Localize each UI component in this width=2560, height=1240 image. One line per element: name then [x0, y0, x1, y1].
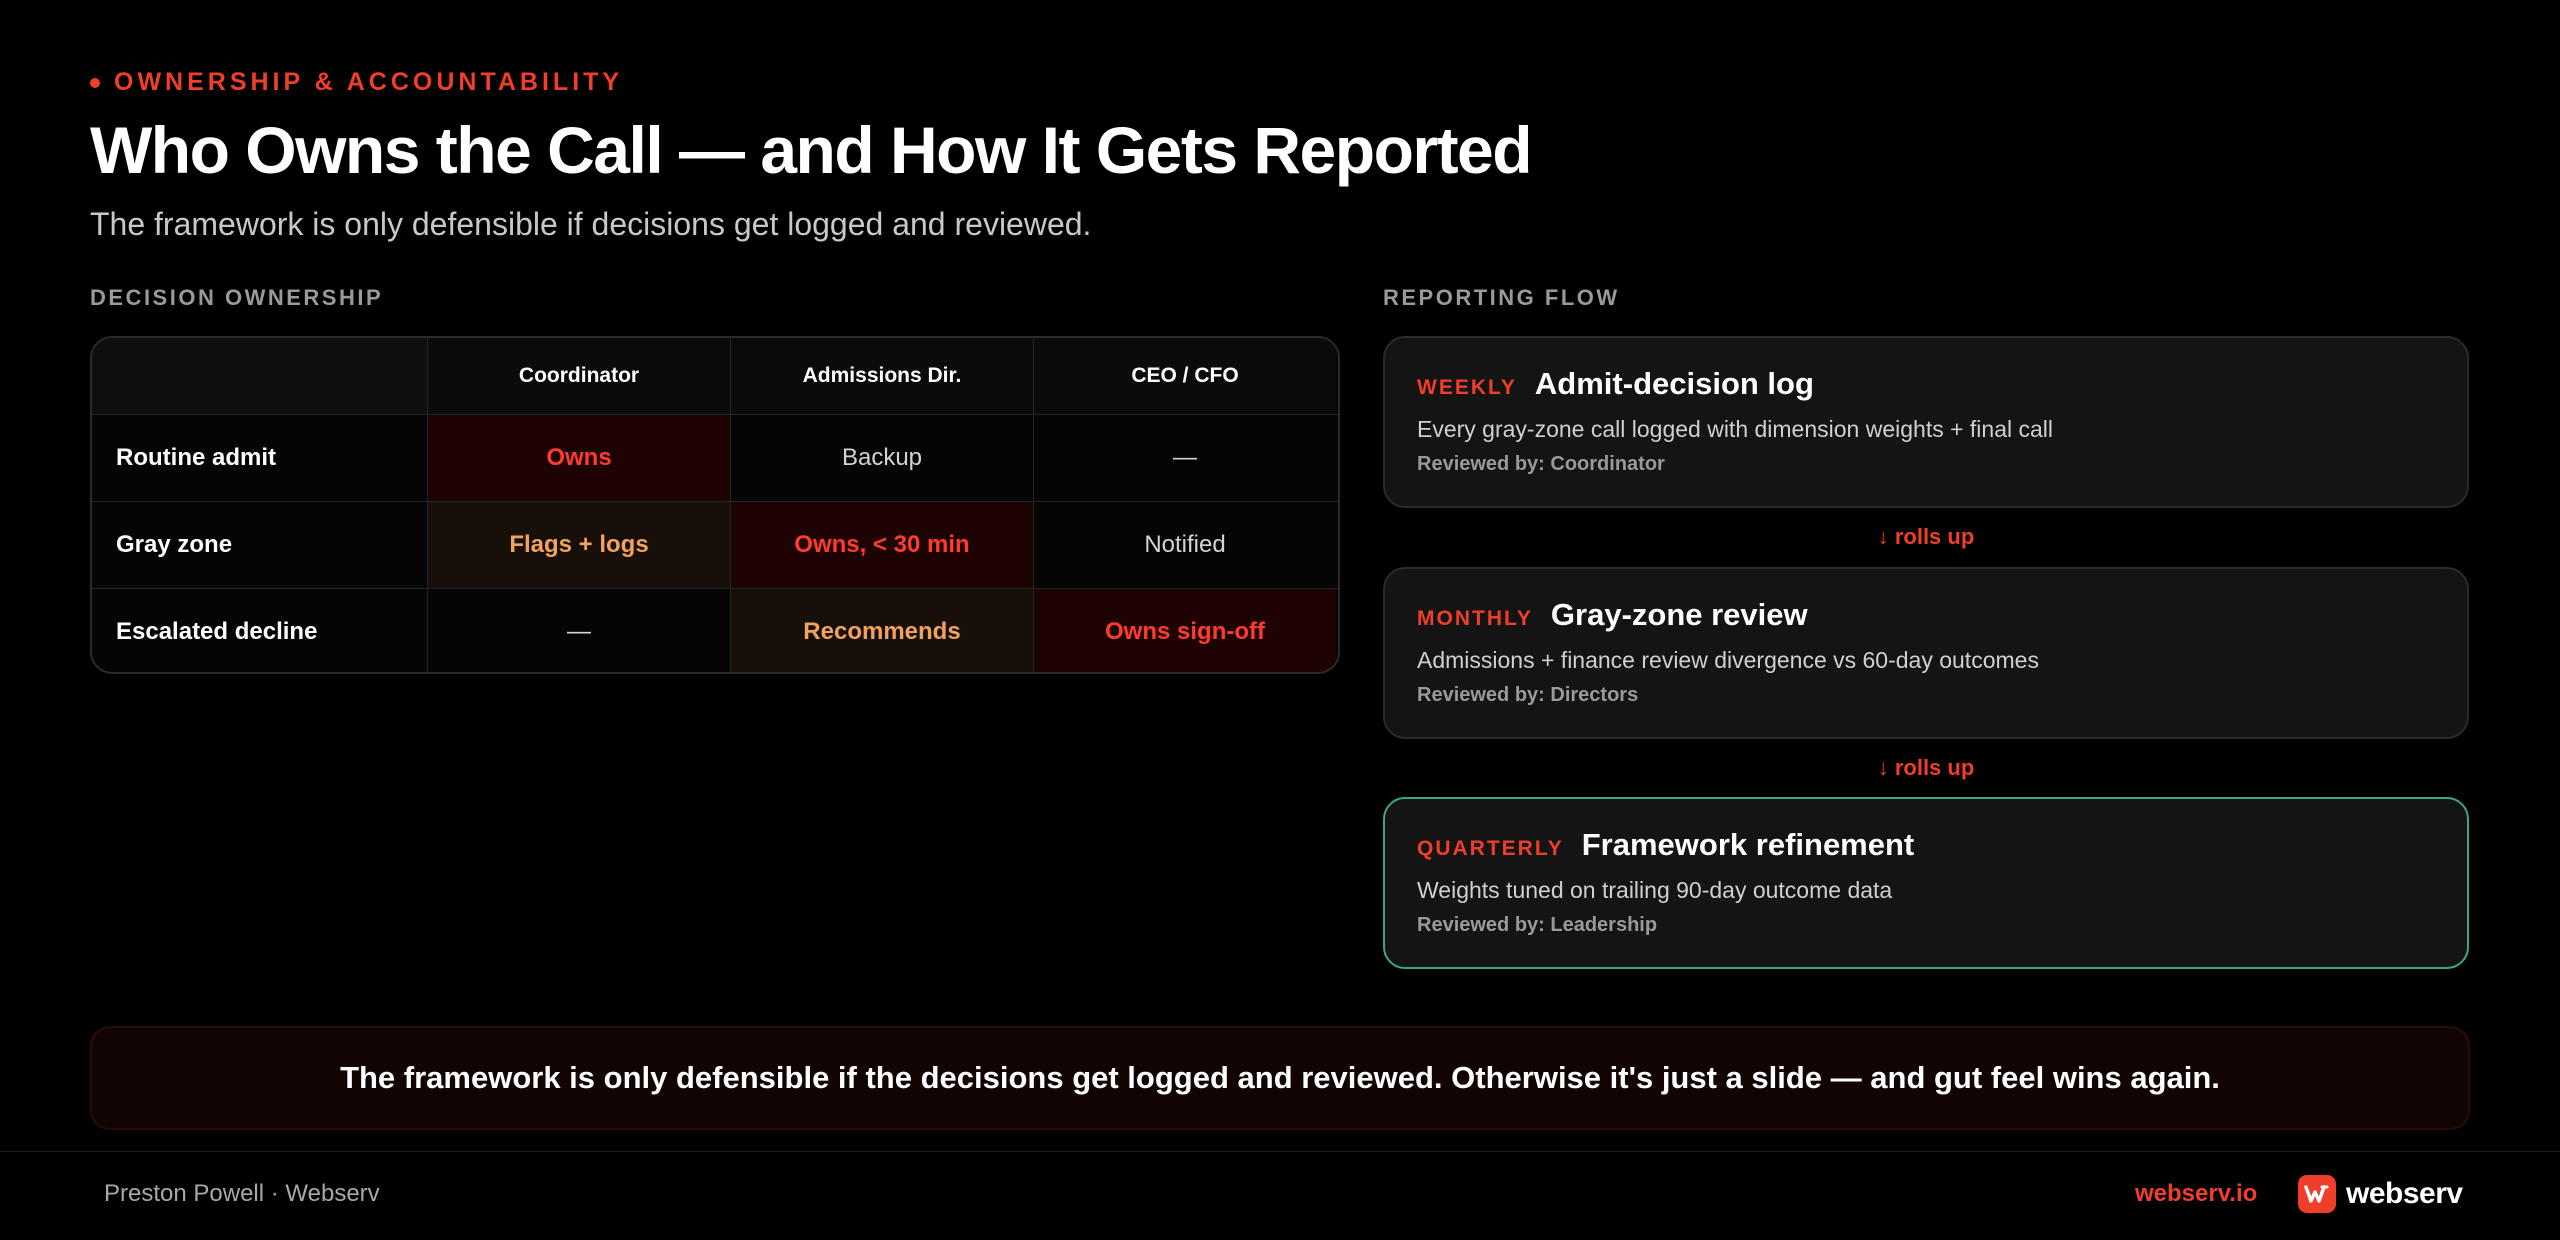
card-frequency: MONTHLY — [1417, 607, 1533, 630]
brand-name: webserv — [2346, 1177, 2463, 1210]
bullet-dot-icon — [90, 77, 100, 88]
footer-author: Preston Powell · Webserv — [104, 1180, 380, 1207]
card-description: Every gray-zone call logged with dimensi… — [1417, 416, 2054, 442]
reporting-section-label: REPORTING FLOW — [1383, 285, 1620, 310]
eyebrow-label: OWNERSHIP & ACCOUNTABILITY — [114, 68, 624, 96]
flow-card-weekly: WEEKLY Admit-decision log Every gray-zon… — [1383, 336, 2469, 508]
card-reviewer: Reviewed by: Leadership — [1417, 914, 1658, 936]
page-subtitle: The framework is only defensible if deci… — [90, 206, 1092, 242]
table-cell: Owns — [427, 415, 730, 501]
card-description: Admissions + finance review divergence v… — [1417, 647, 2039, 673]
flow-card-quarterly: QUARTERLY Framework refinement Weights t… — [1383, 797, 2469, 969]
table-row: Routine admit Owns Backup — — [92, 414, 1338, 501]
table-cell: Backup — [730, 415, 1033, 501]
table-cell: Recommends — [730, 589, 1033, 672]
footer-url-link[interactable]: webserv.io — [2135, 1180, 2257, 1208]
card-frequency: WEEKLY — [1417, 376, 1517, 399]
brand-logo: webserv — [2298, 1175, 2463, 1213]
table-header-row: Coordinator Admissions Dir. CEO / CFO — [92, 338, 1338, 414]
table-cell: Owns, < 30 min — [730, 502, 1033, 588]
column-header: CEO / CFO — [1033, 338, 1336, 414]
row-header: Gray zone — [116, 531, 233, 558]
rolls-up-connector: ↓ rolls up — [1877, 755, 1975, 780]
page-title: Who Owns the Call — and How It Gets Repo… — [90, 113, 1533, 187]
ownership-table: Coordinator Admissions Dir. CEO / CFO Ro… — [90, 336, 1340, 674]
column-header: Admissions Dir. — [730, 338, 1033, 414]
table-cell: Notified — [1033, 502, 1336, 588]
column-header: Coordinator — [427, 338, 730, 414]
ownership-section-label: DECISION OWNERSHIP — [90, 285, 384, 310]
flow-card-monthly: MONTHLY Gray-zone review Admissions + fi… — [1383, 567, 2469, 739]
card-reviewer: Reviewed by: Directors — [1417, 684, 1639, 706]
webserv-logo-icon — [2298, 1175, 2336, 1213]
card-frequency: QUARTERLY — [1417, 837, 1564, 860]
table-row: Gray zone Flags + logs Owns, < 30 min No… — [92, 501, 1338, 588]
card-title: Admit-decision log — [1534, 366, 1814, 401]
rolls-up-connector: ↓ rolls up — [1877, 524, 1975, 549]
eyebrow: OWNERSHIP & ACCOUNTABILITY — [90, 68, 623, 97]
card-description: Weights tuned on trailing 90-day outcome… — [1417, 877, 1893, 903]
card-title: Gray-zone review — [1550, 597, 1808, 632]
table-row: Escalated decline — Recommends Owns sign… — [92, 588, 1338, 672]
table-cell: — — [427, 589, 730, 672]
table-cell: — — [1033, 415, 1336, 501]
footer-divider — [0, 1151, 2560, 1152]
table-cell: Flags + logs — [427, 502, 730, 588]
card-title: Framework refinement — [1581, 827, 1915, 862]
card-reviewer: Reviewed by: Coordinator — [1417, 453, 1665, 475]
takeaway-banner: The framework is only defensible if the … — [90, 1026, 2470, 1130]
row-header: Escalated decline — [116, 618, 318, 645]
row-header: Routine admit — [116, 444, 276, 471]
table-corner-cell — [92, 338, 427, 414]
table-cell: Owns sign-off — [1033, 589, 1336, 672]
